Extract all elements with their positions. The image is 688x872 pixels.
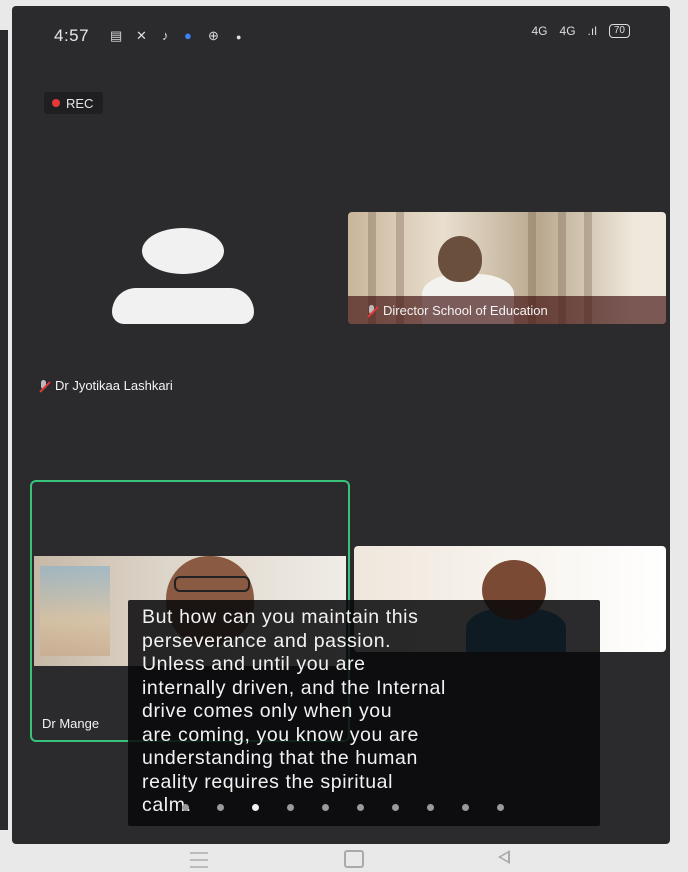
page-dot[interactable] <box>427 804 434 811</box>
caption-line: Unless and until you are <box>142 653 366 675</box>
participant-name-mange: Dr Mange <box>42 716 100 731</box>
page-dot[interactable] <box>357 804 364 811</box>
page-dot[interactable] <box>462 804 469 811</box>
record-dot-icon <box>52 99 60 107</box>
device-edge <box>0 30 8 830</box>
status-time: 4:57 <box>54 26 90 45</box>
signal-icon: .ıl <box>587 24 597 38</box>
missed-call-icon: ✕ <box>136 28 147 43</box>
page-indicator[interactable] <box>182 804 504 811</box>
participant-name-jyotikaa: Dr Jyotikaa Lashkari <box>38 378 173 393</box>
recording-badge: REC <box>44 92 104 114</box>
app-icon: ● <box>184 28 192 43</box>
page-dot[interactable] <box>392 804 399 811</box>
participant-name-director: Director School of Education <box>366 303 548 318</box>
caption-line: perseverance and passion. <box>142 629 392 652</box>
menu-icon[interactable] <box>190 852 208 868</box>
meeting-screen: 4:57 ▤ ✕ ♪ ● ⊕ ● 4G 4G .ıl 70 REC Dr Jyo… <box>12 6 670 844</box>
network-1: 4G <box>531 24 548 38</box>
caption-line: are coming, you know you are <box>142 723 419 746</box>
status-right: 4G 4G .ıl 70 <box>531 24 630 38</box>
background-shelf <box>40 566 110 656</box>
caption-line: internally driven, and the Internal <box>142 676 446 699</box>
page-dot[interactable] <box>287 804 294 811</box>
system-nav-bar <box>0 844 688 872</box>
mic-off-icon <box>38 379 50 392</box>
page-dot[interactable] <box>497 804 504 811</box>
app-icon-2: ⊕ <box>208 28 219 43</box>
mic-off-icon <box>366 304 378 317</box>
avatar-head-icon <box>142 228 224 274</box>
director-video-head <box>438 236 482 282</box>
glasses <box>174 576 250 592</box>
page-dot[interactable] <box>182 804 189 811</box>
recording-label: REC <box>66 95 94 111</box>
home-icon[interactable] <box>344 850 364 868</box>
back-icon[interactable] <box>498 850 510 864</box>
caption-line: reality requires the spiritual <box>142 770 394 793</box>
caption-line: understanding that the human <box>142 747 418 769</box>
dot-icon: ● <box>236 32 242 42</box>
notification-icon: ▤ <box>110 28 123 43</box>
live-caption: But how can you maintain this perseveran… <box>128 600 600 826</box>
page-dot[interactable] <box>322 804 329 811</box>
status-bar: 4:57 ▤ ✕ ♪ ● ⊕ ● 4G 4G .ıl 70 <box>12 6 670 66</box>
music-icon: ♪ <box>162 28 169 43</box>
participant-tile-director[interactable]: Director School of Education <box>348 212 666 324</box>
battery-icon: 70 <box>608 24 630 38</box>
caption-line: drive comes only when you <box>142 700 393 722</box>
avatar-body-icon <box>112 288 254 324</box>
page-dot[interactable] <box>217 804 224 811</box>
caption-line: But how can you maintain this <box>142 606 419 628</box>
page-dot-active[interactable] <box>252 804 259 811</box>
network-2: 4G <box>559 24 576 38</box>
